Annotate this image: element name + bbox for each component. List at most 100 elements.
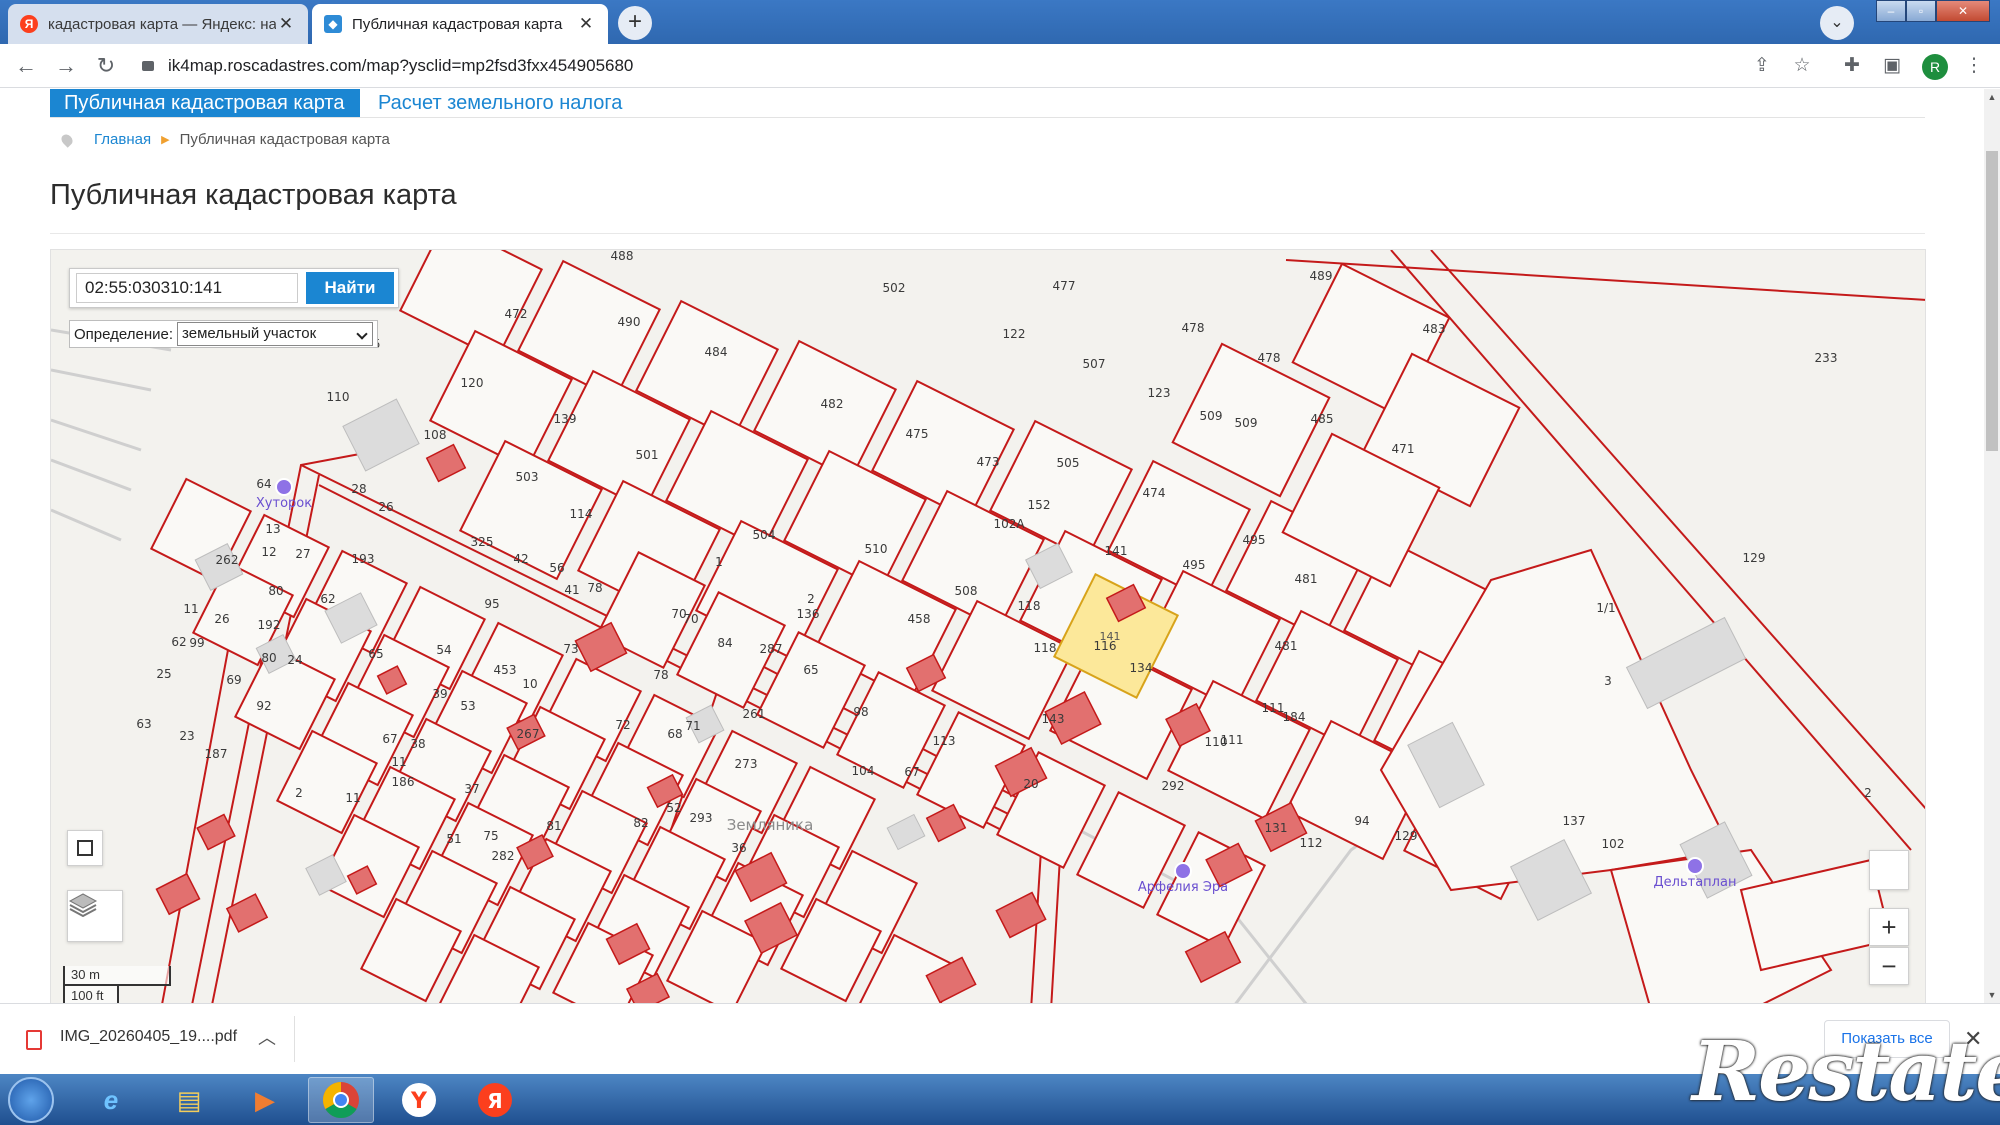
side-panel-icon[interactable]: ▣ [1880,54,1904,78]
yandex-icon: Я [20,15,38,33]
scroll-thumb[interactable] [1986,151,1998,451]
track-line[interactable] [51,458,132,492]
search-button[interactable]: Найти [306,272,394,304]
parcel-number: 501 [636,448,659,462]
parcel-number: 192 [258,618,281,632]
building[interactable] [886,813,926,851]
registered-building[interactable] [1184,930,1242,984]
building[interactable] [342,398,420,472]
parcel-number: 26 [214,612,229,626]
parcel-number: 111 [1262,701,1285,715]
parcel-number: 1/1 [1596,601,1615,615]
track-line[interactable] [51,418,142,452]
track-line[interactable] [51,368,152,392]
media-player-icon[interactable]: ▶ [232,1077,298,1123]
parcel-number: 95 [484,597,499,611]
parcel-number: 503 [516,470,539,484]
share-icon[interactable]: ⇪ [1750,54,1774,78]
parcel-number: 62 [320,592,335,606]
parcel-number: 1 [715,555,723,569]
new-tab-button[interactable]: + [618,6,652,40]
parcel-number: 282 [492,849,515,863]
parcel-number: 193 [352,552,375,566]
parcel-number: 509 [1235,416,1258,430]
address-bar[interactable]: ik4map.roscadastres.com/map?ysclid=mp2fs… [142,50,1742,82]
parcel-number: 80 [261,651,276,665]
poi-marker-icon[interactable] [1174,862,1192,880]
minimize-icon[interactable]: – [1876,0,1906,22]
parcel-number: 262 [216,553,239,567]
tab-yandex-search[interactable]: Я кадастровая карта — Яндекс: на ✕ [8,4,308,44]
parcel-number: 25 [156,667,171,681]
parcel-number: 102А [993,517,1025,531]
start-button[interactable] [8,1077,54,1123]
parcel-number: 10 [522,677,537,691]
yandex-browser-icon[interactable]: Y [386,1077,452,1123]
cadastral-number-input[interactable] [76,273,298,303]
parcel-number: 475 [906,427,929,441]
parcel-number: 473 [977,455,1000,469]
parcel-number: 78 [587,581,602,595]
parcel-number: 67 [382,732,397,746]
nav-tab-cadastral-map[interactable]: Публичная кадастровая карта [50,89,360,117]
nav-tab-land-tax[interactable]: Расчет земельного налога [378,89,622,131]
tab-cadastral-map[interactable]: ◆ Публичная кадастровая карта ✕ [312,4,608,44]
chevron-up-icon[interactable]: ︿ [258,1024,276,1050]
zoom-out-button[interactable]: − [1869,947,1909,985]
parcel-number: 2 [1864,786,1872,800]
parcel-number: 27 [295,547,310,561]
forward-icon[interactable]: → [52,52,80,80]
parcel-number: 104 [852,764,875,778]
back-icon[interactable]: ← [12,52,40,80]
fullscreen-button[interactable] [1869,850,1909,890]
chrome-icon[interactable] [308,1077,374,1123]
zoom-in-button[interactable]: + [1869,908,1909,946]
extensions-icon[interactable]: ✚ [1840,54,1864,78]
parcel-number: 39 [432,687,447,701]
yandex-icon[interactable]: Я [462,1077,528,1123]
registered-building[interactable] [155,872,201,916]
definition-label: Определение: [74,325,174,343]
area-select-button[interactable] [67,830,103,866]
window-close-icon[interactable]: ✕ [1936,0,1990,22]
parcel-number: 94 [1354,814,1369,828]
file-explorer-icon[interactable]: ▤ [156,1077,222,1123]
breadcrumb: Главная ▶ Публичная кадастровая карта [59,131,390,148]
track-line[interactable] [51,508,122,542]
parcel-number: 70 [683,612,698,626]
tab-search-icon[interactable]: ⌄ [1820,6,1854,40]
parcel-number: 37 [464,782,479,796]
highlighted-parcel-number: 141 [1100,630,1121,643]
poi-marker-icon[interactable] [275,478,293,496]
building[interactable] [1625,616,1747,710]
poi-label: Арфелия Эра [1138,880,1228,895]
definition-select[interactable]: земельный участок [177,322,374,346]
internet-explorer-icon[interactable]: e [78,1077,144,1123]
page-scrollbar[interactable]: ▲ ▼ [1984,89,2000,1003]
scroll-up-icon[interactable]: ▲ [1984,89,2000,105]
layers-button[interactable] [67,890,123,942]
close-tab-icon[interactable]: ✕ [276,14,296,34]
scroll-down-icon[interactable]: ▼ [1984,987,2000,1003]
parcel-number: 54 [436,643,451,657]
parcel-number: 187 [205,747,228,761]
close-tab-icon[interactable]: ✕ [576,14,596,34]
bookmark-star-icon[interactable]: ☆ [1790,54,1814,78]
definition-filter: Определение: земельный участок [69,320,379,348]
parcel-number: 64 [256,477,271,491]
breadcrumb-home-link[interactable]: Главная [94,131,151,148]
parcel-number: 484 [705,345,728,359]
yandex-logo: Я [478,1083,512,1117]
menu-kebab-icon[interactable]: ⋮ [1962,54,1986,78]
cadastral-map[interactable]: 488 472 490 484 502 477 489 483 122 507 478 478 233 1… [50,249,1926,1003]
download-filename[interactable]: IMG_20260405_19....pdf [60,1028,237,1046]
parcel-number: 485 [1311,412,1334,426]
reload-icon[interactable]: ↻ [92,52,120,80]
maximize-icon[interactable]: ▫ [1906,0,1936,22]
parcel-number: 53 [460,699,475,713]
profile-avatar[interactable]: R [1922,54,1948,80]
browser-toolbar: ← → ↻ ik4map.roscadastres.com/map?ysclid… [0,44,2000,88]
poi-marker-icon[interactable] [1686,857,1704,875]
map-canvas[interactable]: 488472490484502 477489483122507478478 2331… [51,250,1926,1003]
registered-building[interactable] [425,443,467,483]
